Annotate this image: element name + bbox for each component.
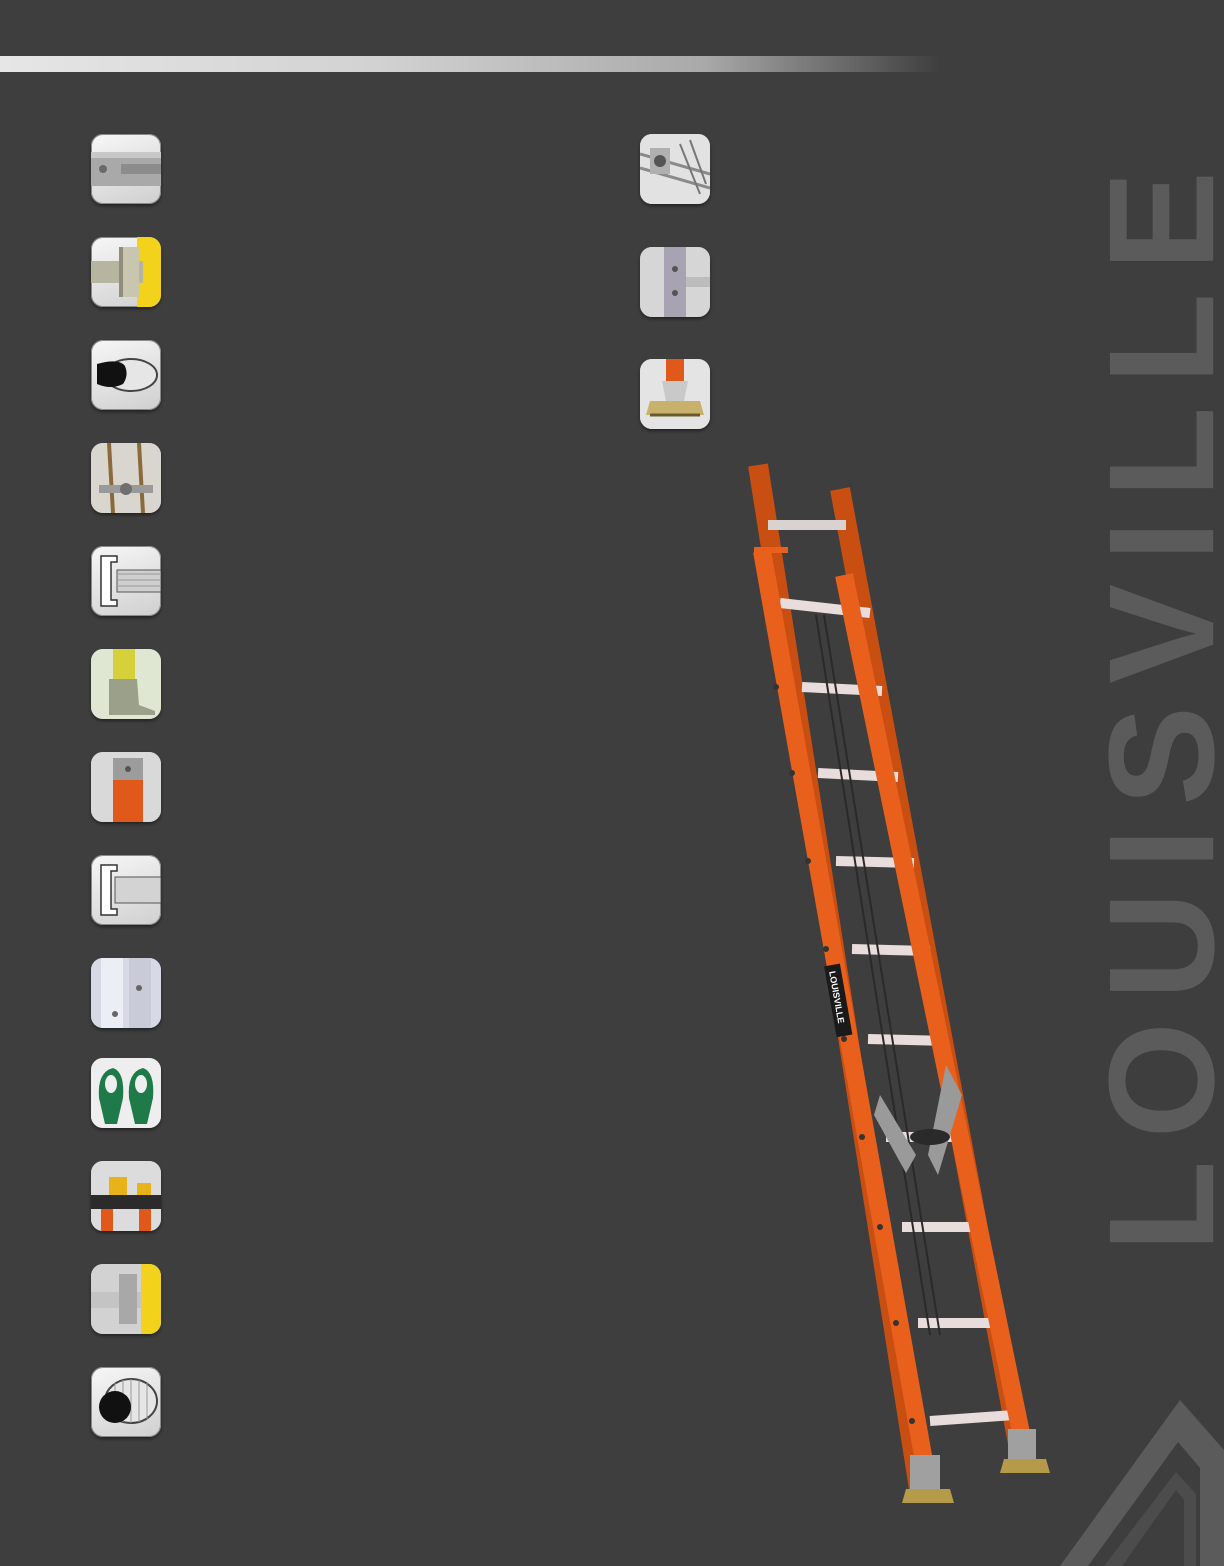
brand-chevron-logo <box>1060 1400 1224 1566</box>
round-rung-icon <box>91 1367 161 1437</box>
rung-lock-icon <box>91 958 161 1028</box>
pulley-block-icon <box>640 134 710 204</box>
brand-wordmark-vertical: LOUISVILLE <box>1077 148 1224 1252</box>
top-gradient-bar <box>0 56 940 72</box>
rung-locks <box>874 1065 962 1175</box>
rail-lock-icon <box>640 247 710 317</box>
tool-tray-icon <box>91 1161 161 1231</box>
channel-rail-icon <box>91 855 161 925</box>
extension-ladder-image: LOUISVILLE <box>748 463 1050 1503</box>
safety-shoe-icon <box>91 649 161 719</box>
rail-bracket-icon <box>91 1264 161 1334</box>
rail-guide-icon <box>91 1058 161 1128</box>
i-beam-rail-icon <box>91 546 161 616</box>
d-rung-icon <box>91 340 161 410</box>
fly-section <box>748 463 1032 1497</box>
swivel-foot-icon <box>640 359 710 429</box>
rung-rail-joint-icon <box>91 237 161 307</box>
rail-end-cap-icon <box>91 752 161 822</box>
rail-slot-icon <box>91 134 161 204</box>
rope-pulley-icon <box>91 443 161 513</box>
